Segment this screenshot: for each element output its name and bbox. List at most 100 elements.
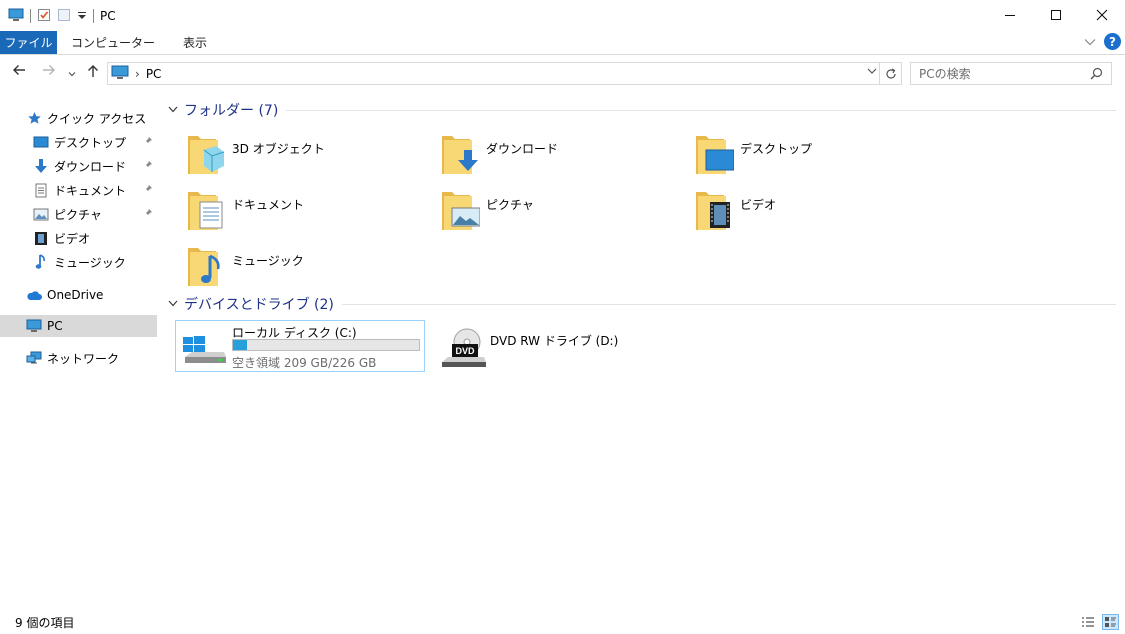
navigation-pane: クイック アクセス デスクトップ ダウンロード ドキュメント ピクチャ ビデオ [0,100,160,600]
pin-icon[interactable] [143,159,153,173]
refresh-icon [885,67,896,79]
sidebar-item-documents[interactable]: ドキュメント [0,179,157,201]
close-icon [1096,9,1108,21]
drive-usage-fill [233,340,247,350]
group-divider [286,109,1116,111]
back-arrow-icon [13,65,25,75]
sidebar-item-music[interactable]: ミュージック [0,251,157,273]
pin-icon[interactable] [143,183,153,197]
sidebar-item-label: クイック アクセス [47,111,147,126]
tab-computer[interactable]: コンピューター [57,31,169,54]
folder-item-documents[interactable]: ドキュメント [162,188,402,238]
pictures-folder-icon [440,188,481,232]
address-bar[interactable]: › PC [107,62,902,85]
chevron-down-icon [168,105,178,116]
dvd-badge-text: DVD [455,346,475,356]
folder-item-desktop[interactable]: デスクトップ [670,132,910,182]
folder-item-downloads[interactable]: ダウンロード [416,132,656,182]
breadcrumb-pc[interactable]: PC [146,67,162,81]
group-header-drives[interactable]: デバイスとドライブ (2) [168,294,1116,314]
status-bar: 9 個の項目 [0,610,1125,634]
window-controls [987,0,1125,30]
up-button[interactable] [87,64,99,82]
minimize-button[interactable] [987,0,1033,30]
sidebar-item-network[interactable]: ネットワーク [0,347,157,369]
pin-icon[interactable] [143,207,153,221]
group-header-label: デバイスとドライブ (2) [184,297,334,313]
sidebar-item-pc[interactable]: PC [0,315,157,337]
up-arrow-icon [88,65,98,77]
documents-folder-icon [186,188,226,232]
ribbon-tabs: ファイル コンピューター 表示 ? [0,31,1125,55]
download-arrow-icon [32,158,50,174]
address-history-dropdown-icon[interactable] [867,67,877,78]
folder-label: ピクチャ [486,198,534,212]
folder-item-videos[interactable]: ビデオ [670,188,910,238]
folder-label: デスクトップ [740,142,813,156]
sidebar-item-onedrive[interactable]: OneDrive [0,284,157,306]
folder-item-pictures[interactable]: ピクチャ [416,188,656,238]
forward-button[interactable] [42,64,56,80]
film-icon [32,230,50,246]
new-folder-icon[interactable] [57,8,71,25]
expand-ribbon-icon[interactable] [1084,35,1096,49]
sidebar-item-videos[interactable]: ビデオ [0,227,157,249]
help-icon[interactable]: ? [1104,33,1121,50]
view-toggle-group [1079,614,1119,630]
3d-objects-folder-icon [186,132,226,176]
downloads-folder-icon [440,132,480,176]
folder-label: ダウンロード [486,142,559,156]
drive-free-space: 空き領域 209 GB/226 GB [232,356,377,370]
properties-icon[interactable] [37,8,51,25]
sidebar-item-downloads[interactable]: ダウンロード [0,155,157,177]
sidebar-item-label: ネットワーク [47,351,120,366]
back-button[interactable] [12,64,26,80]
desktop-folder-icon [694,132,735,176]
refresh-button[interactable] [879,63,901,84]
tab-file[interactable]: ファイル [0,31,57,54]
computer-icon[interactable] [8,8,24,25]
dvd-drive-icon: DVD [440,326,486,371]
sidebar-item-pictures[interactable]: ピクチャ [0,203,157,225]
maximize-button[interactable] [1033,0,1079,30]
drive-item-local-disk-c[interactable]: ローカル ディスク (C:) 空き領域 209 GB/226 GB [175,320,425,372]
toolbar-separator [30,9,31,23]
breadcrumb-chevron-icon[interactable]: › [135,67,140,81]
details-view-button[interactable] [1079,614,1096,630]
tab-view[interactable]: 表示 [169,31,221,54]
chevron-down-icon [68,72,76,77]
drive-item-dvd-d[interactable]: DVD DVD RW ドライブ (D:) [434,320,684,372]
search-input[interactable] [919,66,1079,81]
folder-label: ミュージック [232,254,304,268]
navigation-bar: › PC [0,56,1125,90]
star-icon [25,110,43,126]
drive-usage-bar [232,339,420,351]
folder-item-3d-objects[interactable]: 3D オブジェクト [162,132,402,182]
folder-item-music[interactable]: ミュージック [162,244,402,294]
customize-toolbar-dropdown-icon[interactable] [77,9,87,24]
folder-label: 3D オブジェクト [232,142,325,156]
drive-label: DVD RW ドライブ (D:) [490,334,619,348]
sidebar-item-desktop[interactable]: デスクトップ [0,131,157,153]
music-note-icon [32,254,50,270]
chevron-down-icon [168,299,178,310]
pin-icon[interactable] [143,135,153,149]
sidebar-item-label: ドキュメント [54,183,127,198]
sidebar-item-quick-access[interactable]: クイック アクセス [0,107,157,129]
group-header-folders[interactable]: フォルダー (7) [168,100,1116,120]
folder-label: ビデオ [740,198,777,212]
folder-label: ドキュメント [232,198,305,212]
large-icons-view-button[interactable] [1102,614,1119,630]
item-count: 9 個の項目 [15,615,75,630]
search-icon[interactable] [1090,67,1103,83]
forward-arrow-icon [43,65,55,75]
search-box[interactable] [910,62,1112,85]
sidebar-item-label: OneDrive [47,288,104,302]
desktop-icon [32,134,50,150]
recent-locations-button[interactable] [68,66,76,82]
videos-folder-icon [694,188,734,232]
network-icon [25,350,43,366]
picture-icon [32,206,50,222]
maximize-icon [1051,10,1061,20]
close-button[interactable] [1079,0,1125,30]
